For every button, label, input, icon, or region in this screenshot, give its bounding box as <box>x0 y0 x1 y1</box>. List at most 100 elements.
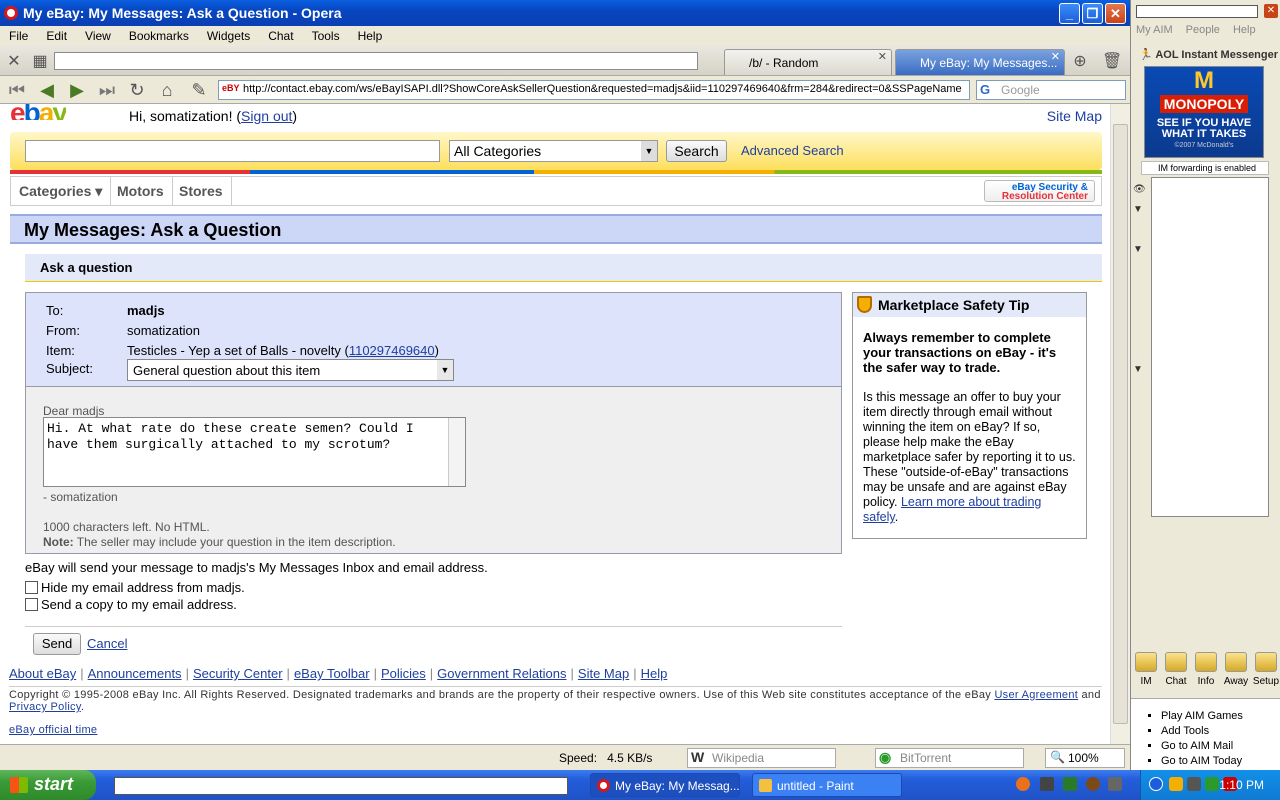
footer-link-government[interactable]: Government Relations <box>437 666 566 681</box>
tip-header: Marketplace Safety Tip <box>853 293 1086 317</box>
send-button[interactable]: Send <box>33 633 81 655</box>
page-scrollbar[interactable] <box>1110 104 1130 744</box>
aim-close-button[interactable]: ✕ <box>1264 4 1278 18</box>
note-body: The seller may include your question in … <box>73 535 396 549</box>
search-button[interactable]: Search <box>666 140 727 162</box>
footer-link-policies[interactable]: Policies <box>381 666 426 681</box>
tab-bar: ✕ ▦ /b/ - Random ✕ My eBay: My Messages.… <box>0 46 1130 76</box>
tray-icon[interactable] <box>1205 777 1219 791</box>
advanced-search-link[interactable]: Advanced Search <box>741 143 844 158</box>
menu-widgets[interactable]: Widgets <box>198 29 259 43</box>
tab-ebay[interactable]: My eBay: My Messages... ✕ <box>895 49 1065 75</box>
menu-tools[interactable]: Tools <box>303 29 349 43</box>
reload-icon[interactable]: ↻ <box>126 80 148 100</box>
app-icon[interactable] <box>1040 777 1054 791</box>
trash-icon[interactable]: 🗑 <box>1102 51 1122 71</box>
forward-icon[interactable]: ▶ <box>66 80 88 100</box>
home-icon[interactable]: ⌂ <box>156 80 178 100</box>
privacy-policy-link[interactable]: Privacy Policy <box>9 701 81 713</box>
maximize-button[interactable]: ❐ <box>1082 3 1103 24</box>
start-button[interactable]: start <box>0 770 96 800</box>
wikipedia-search[interactable]: W Wikipedia <box>687 748 836 768</box>
aim-tray-icon[interactable] <box>1169 777 1183 791</box>
address-bar[interactable]: eBY http://contact.ebay.com/ws/eBayISAPI… <box>218 80 970 100</box>
minimize-button[interactable]: _ <box>1059 3 1080 24</box>
aim-menu-myaim[interactable]: My AIM <box>1136 24 1173 36</box>
chevron-left-icon[interactable] <box>1149 777 1163 791</box>
aim-tool-chat[interactable]: Chat <box>1162 652 1190 694</box>
message-textarea[interactable]: Hi. At what rate do these create semen? … <box>43 417 466 487</box>
search-field[interactable]: G Google <box>976 80 1126 100</box>
tab-random[interactable]: /b/ - Random ✕ <box>724 49 892 75</box>
official-time-link[interactable]: eBay official time <box>9 724 97 736</box>
close-button[interactable]: ✕ <box>1105 3 1126 24</box>
blank-tab-field[interactable] <box>54 52 698 70</box>
aim-link-mail[interactable]: Go to AIM Mail <box>1161 739 1280 754</box>
aim-tool-away[interactable]: Away <box>1222 652 1250 694</box>
tray-icon[interactable] <box>1187 777 1201 791</box>
sign-out-link[interactable]: Sign out <box>241 108 292 124</box>
new-tab-icon[interactable]: ⊕ <box>1070 51 1090 71</box>
aim-link-today[interactable]: Go to AIM Today <box>1161 754 1280 769</box>
motors-link[interactable]: Motors <box>109 177 173 205</box>
app-icon[interactable] <box>1108 777 1122 791</box>
aim-tool-setup[interactable]: Setup <box>1252 652 1280 694</box>
footer-link-help[interactable]: Help <box>641 666 668 681</box>
menu-bookmarks[interactable]: Bookmarks <box>120 29 198 43</box>
categories-menu[interactable]: Categories ▾ <box>11 177 112 205</box>
buddy-list[interactable] <box>1151 177 1269 517</box>
ebay-logo[interactable]: ebay <box>10 104 66 120</box>
security-center-badge[interactable]: eBay Security & Resolution Center <box>984 180 1095 202</box>
fast-forward-icon[interactable]: ⏭ <box>96 80 118 100</box>
menu-view[interactable]: View <box>76 29 120 43</box>
site-map-link[interactable]: Site Map <box>1047 108 1102 124</box>
from-value: somatization <box>127 323 200 338</box>
cancel-link[interactable]: Cancel <box>87 636 127 651</box>
edit-icon[interactable]: ✎ <box>188 80 210 100</box>
item-id-link[interactable]: 110297469640 <box>349 343 435 358</box>
scrollbar-thumb[interactable] <box>1113 124 1128 724</box>
app-icon[interactable] <box>1086 777 1100 791</box>
menu-file[interactable]: File <box>0 29 37 43</box>
aim-tool-label: Setup <box>1252 676 1280 687</box>
firefox-icon[interactable] <box>1016 777 1030 791</box>
rewind-icon[interactable]: ⏮ <box>6 80 28 100</box>
aim-link-tools[interactable]: Add Tools <box>1161 724 1280 739</box>
aim-tool-info[interactable]: Info <box>1192 652 1220 694</box>
footer-link-site-map[interactable]: Site Map <box>578 666 629 681</box>
send-copy-checkbox[interactable] <box>25 598 38 611</box>
back-icon[interactable]: ◀ <box>36 80 58 100</box>
tools-icon[interactable]: ✕ <box>4 51 24 71</box>
taskbar-input[interactable] <box>114 777 568 795</box>
footer-link-about[interactable]: About eBay <box>9 666 76 681</box>
menu-edit[interactable]: Edit <box>37 29 76 43</box>
category-bar: Categories ▾ Motors Stores eBay Security… <box>10 176 1102 206</box>
aim-ad-banner[interactable]: M MONOPOLY SEE IF YOU HAVE WHAT IT TAKES… <box>1144 66 1264 158</box>
stores-link[interactable]: Stores <box>171 177 232 205</box>
aim-menu-people[interactable]: People <box>1186 24 1220 36</box>
puzzle-icon[interactable]: ▦ <box>30 51 50 71</box>
app-icon[interactable] <box>1063 777 1077 791</box>
aim-tool-im[interactable]: IM <box>1132 652 1160 694</box>
subject-select[interactable]: General question about this item ▼ <box>127 359 454 381</box>
aim-link-games[interactable]: Play AIM Games <box>1161 709 1280 724</box>
form-header: To: madjs From: somatization Item: Testi… <box>26 293 841 387</box>
footer-link-security-center[interactable]: Security Center <box>193 666 283 681</box>
task-paint[interactable]: untitled - Paint <box>752 773 902 797</box>
footer-link-toolbar[interactable]: eBay Toolbar <box>294 666 370 681</box>
hide-email-option: Hide my email address from madjs. <box>25 580 245 595</box>
tab-close-icon[interactable]: ✕ <box>1051 50 1060 63</box>
textarea-scrollbar[interactable] <box>448 418 465 486</box>
hide-email-checkbox[interactable] <box>25 581 38 594</box>
zoom-select[interactable]: 🔍 100% <box>1045 748 1125 768</box>
menu-chat[interactable]: Chat <box>259 29 302 43</box>
user-agreement-link[interactable]: User Agreement <box>994 689 1078 701</box>
category-select[interactable]: All Categories ▼ <box>449 140 658 162</box>
bittorrent-search[interactable]: ◉ BitTorrent <box>875 748 1024 768</box>
footer-link-announcements[interactable]: Announcements <box>88 666 182 681</box>
search-input[interactable] <box>25 140 440 162</box>
aim-menu-help[interactable]: Help <box>1233 24 1256 36</box>
tab-close-icon[interactable]: ✕ <box>878 50 887 63</box>
task-opera[interactable]: My eBay: My Messag... <box>590 773 740 797</box>
menu-help[interactable]: Help <box>349 29 392 43</box>
